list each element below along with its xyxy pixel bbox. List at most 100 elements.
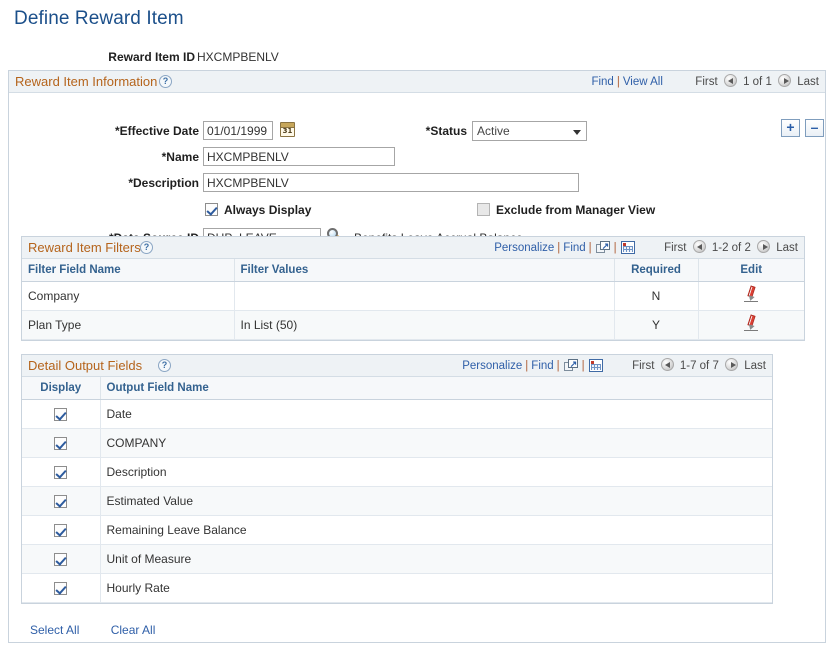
cell-filter-field-name: Company: [22, 281, 234, 310]
cell-display: [22, 457, 100, 486]
detail-output-fields-nav: Personalize|Find|↗| First 1-7 of 7 Last: [462, 358, 766, 372]
table-row: Estimated Value: [22, 486, 772, 515]
cell-filter-values: [234, 281, 614, 310]
download-spreadsheet-icon[interactable]: [621, 241, 635, 254]
name-label: *Name: [89, 150, 199, 164]
reward-item-filters-table: Filter Field Name Filter Values Required…: [22, 259, 804, 340]
reward-item-information-panel: Reward Item Information ? Find|View All …: [8, 70, 826, 643]
new-window-icon[interactable]: ↗: [564, 359, 578, 372]
effective-date-input[interactable]: [203, 121, 273, 140]
add-row-button[interactable]: +: [781, 119, 800, 137]
display-checkbox[interactable]: [54, 524, 67, 537]
display-checkbox[interactable]: [54, 553, 67, 566]
first-label[interactable]: First: [695, 76, 717, 88]
personalize-link[interactable]: Personalize: [494, 242, 554, 254]
delete-row-button[interactable]: –: [805, 119, 824, 137]
always-display-label: Always Display: [224, 203, 311, 217]
page-indicator: 1-7 of 7: [680, 360, 719, 372]
cell-display: [22, 486, 100, 515]
cell-display: [22, 573, 100, 602]
reward-item-id-row: Reward Item ID HXCMPBENLV: [0, 50, 834, 70]
display-checkbox[interactable]: [54, 495, 67, 508]
reward-item-information-title: Reward Item Information: [15, 74, 157, 89]
display-checkbox[interactable]: [54, 408, 67, 421]
cell-display: [22, 399, 100, 428]
last-label[interactable]: Last: [797, 76, 819, 88]
right-arrow-icon[interactable]: [778, 74, 791, 87]
exclude-from-manager-view-checkbox[interactable]: [477, 203, 490, 216]
cell-output-field-name: COMPANY: [100, 428, 772, 457]
always-display-checkbox[interactable]: [205, 203, 218, 216]
edit-pencil-icon[interactable]: [744, 315, 759, 331]
column-filter-field-name[interactable]: Filter Field Name: [22, 259, 234, 281]
edit-pencil-icon[interactable]: [744, 286, 759, 302]
effective-date-label: *Effective Date: [89, 124, 199, 138]
status-label: *Status: [389, 124, 467, 138]
reward-item-filters-grid: Reward Item Filters ? Personalize|Find|↗…: [21, 236, 805, 341]
select-all-link[interactable]: Select All: [30, 623, 79, 637]
cell-output-field-name: Estimated Value: [100, 486, 772, 515]
reward-item-filters-title: Reward Item Filters: [28, 240, 141, 255]
calendar-icon[interactable]: [280, 122, 295, 137]
find-link[interactable]: Find: [563, 242, 585, 254]
view-all-link[interactable]: View All: [623, 76, 663, 88]
table-row: Hourly Rate: [22, 573, 772, 602]
display-checkbox[interactable]: [54, 582, 67, 595]
cell-filter-field-name: Plan Type: [22, 310, 234, 339]
cell-filter-values: In List (50): [234, 310, 614, 339]
question-mark-icon[interactable]: ?: [140, 241, 153, 254]
download-spreadsheet-icon[interactable]: [589, 359, 603, 372]
first-label[interactable]: First: [664, 242, 686, 254]
left-arrow-icon[interactable]: [724, 74, 737, 87]
status-select[interactable]: Active: [472, 121, 587, 141]
last-label[interactable]: Last: [776, 242, 798, 254]
right-arrow-icon[interactable]: [725, 358, 738, 371]
page-indicator: 1-2 of 2: [712, 242, 751, 254]
page-title: Define Reward Item: [14, 8, 184, 30]
cell-output-field-name: Hourly Rate: [100, 573, 772, 602]
status-value: Active: [477, 124, 510, 138]
table-row: Unit of Measure: [22, 544, 772, 573]
table-row: Date: [22, 399, 772, 428]
reward-item-filters-header: Reward Item Filters ? Personalize|Find|↗…: [22, 237, 804, 259]
question-mark-icon[interactable]: ?: [158, 359, 171, 372]
first-label[interactable]: First: [632, 360, 654, 372]
column-output-field-name[interactable]: Output Field Name: [100, 377, 772, 399]
question-mark-icon[interactable]: ?: [159, 75, 172, 88]
cell-output-field-name: Description: [100, 457, 772, 486]
reward-item-form: *Effective Date *Status Active *Name *De…: [9, 93, 825, 241]
reward-item-information-nav: Find|View All First 1 of 1 Last: [591, 74, 819, 88]
table-row: Remaining Leave Balance: [22, 515, 772, 544]
personalize-link[interactable]: Personalize: [462, 360, 522, 372]
find-link[interactable]: Find: [591, 76, 613, 88]
column-required[interactable]: Required: [614, 259, 698, 281]
detail-output-fields-header: Detail Output Fields ? Personalize|Find|…: [22, 355, 772, 377]
reward-item-id-value: HXCMPBENLV: [197, 50, 279, 64]
display-checkbox[interactable]: [54, 437, 67, 450]
left-arrow-icon[interactable]: [693, 240, 706, 253]
left-arrow-icon[interactable]: [661, 358, 674, 371]
cell-display: [22, 515, 100, 544]
new-window-icon[interactable]: ↗: [596, 241, 610, 254]
cell-output-field-name: Date: [100, 399, 772, 428]
find-link[interactable]: Find: [531, 360, 553, 372]
clear-all-link[interactable]: Clear All: [111, 623, 156, 637]
display-checkbox[interactable]: [54, 466, 67, 479]
cell-required: N: [614, 281, 698, 310]
cell-required: Y: [614, 310, 698, 339]
page-indicator: 1 of 1: [743, 76, 772, 88]
bulk-select-links: Select All Clear All: [30, 623, 183, 637]
column-display[interactable]: Display: [22, 377, 100, 399]
column-edit[interactable]: Edit: [698, 259, 804, 281]
table-row: COMPANY: [22, 428, 772, 457]
name-input[interactable]: [203, 147, 395, 166]
table-header-row: Display Output Field Name: [22, 377, 772, 399]
description-input[interactable]: [203, 173, 579, 192]
cell-display: [22, 544, 100, 573]
column-filter-values[interactable]: Filter Values: [234, 259, 614, 281]
table-header-row: Filter Field Name Filter Values Required…: [22, 259, 804, 281]
right-arrow-icon[interactable]: [757, 240, 770, 253]
last-label[interactable]: Last: [744, 360, 766, 372]
cell-edit: [698, 310, 804, 339]
cell-output-field-name: Remaining Leave Balance: [100, 515, 772, 544]
